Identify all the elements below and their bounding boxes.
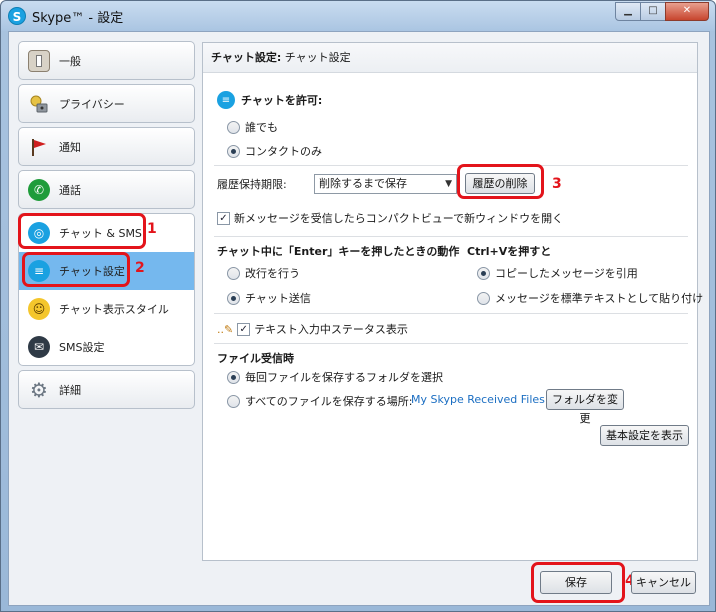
radio-label: チャット送信 bbox=[245, 292, 311, 305]
change-folder-button[interactable]: フォルダを変更 bbox=[546, 389, 624, 425]
radio-contacts-only[interactable]: コンタクトのみ bbox=[227, 143, 322, 159]
ctrl-v-heading-text: Ctrl+Vを押すと bbox=[467, 245, 552, 258]
panel-header: チャット設定: チャット設定 bbox=[203, 43, 697, 73]
annotation-number-1: 1 bbox=[147, 221, 157, 237]
window-controls: ▁ □ ✕ bbox=[615, 2, 709, 21]
pencil-icon: ..✎ bbox=[217, 322, 234, 336]
enter-key-heading: チャット中に「Enter」キーを押したときの動作 bbox=[217, 243, 459, 259]
chat-settings-panel: チャット設定: チャット設定 ≡ チャットを許可: 誰でも コンタクトのみ 履歴… bbox=[202, 42, 703, 561]
chat-bubble-icon: ≡ bbox=[217, 91, 235, 109]
radio-button[interactable] bbox=[227, 370, 240, 384]
radio-label: コピーしたメッセージを引用 bbox=[495, 267, 638, 280]
radio-label: 誰でも bbox=[245, 121, 278, 134]
skype-icon: S bbox=[8, 7, 26, 25]
radio-label: メッセージを標準テキストとして貼り付け bbox=[495, 292, 704, 305]
maximize-button[interactable]: □ bbox=[640, 2, 666, 21]
compact-view-option[interactable]: ✓ 新メッセージを受信したらコンパクトビューで新ウィンドウを開く bbox=[217, 210, 563, 226]
panel-header-subtitle: チャット設定 bbox=[284, 51, 351, 64]
switch-icon bbox=[28, 49, 50, 72]
checkbox-label: テキスト入力中ステータス表示 bbox=[254, 323, 408, 336]
file-receive-heading-text: ファイル受信時 bbox=[217, 352, 294, 365]
radio-save-all[interactable]: すべてのファイルを保存する場所: bbox=[227, 393, 413, 409]
minimize-button[interactable]: ▁ bbox=[615, 2, 641, 21]
radio-button[interactable] bbox=[477, 291, 490, 305]
window-title: Skype™ - 設定 bbox=[32, 11, 124, 26]
settings-sidebar: 一般 プライバシー 通知 ✆ 通話 ◎ チャット & SMS ≡ チャット設定 … bbox=[9, 32, 202, 607]
radio-button[interactable] bbox=[227, 394, 240, 408]
sidebar-item-advanced[interactable]: ⚙ 詳細 bbox=[18, 370, 195, 409]
sidebar-item-label: 通話 bbox=[59, 183, 81, 197]
sms-icon: ✉ bbox=[28, 336, 50, 358]
sidebar-item-chat-style[interactable]: ☺ チャット表示スタイル bbox=[19, 290, 194, 328]
sidebar-item-calls[interactable]: ✆ 通話 bbox=[18, 170, 195, 209]
panel-header-title: チャット設定: bbox=[211, 51, 282, 64]
enter-key-heading-text: チャット中に「Enter」キーを押したときの動作 bbox=[217, 245, 460, 258]
radio-button[interactable] bbox=[227, 266, 240, 280]
annotation-box-4 bbox=[531, 562, 625, 603]
received-files-folder-text: My Skype Received Files bbox=[411, 393, 545, 406]
allow-chat-heading: ≡ チャットを許可: bbox=[217, 91, 322, 109]
history-retention-value: 削除するまで保存 bbox=[319, 177, 407, 190]
annotation-number-2: 2 bbox=[135, 260, 145, 276]
annotation-number-3: 3 bbox=[552, 176, 562, 192]
allow-chat-label: チャットを許可: bbox=[241, 94, 323, 107]
file-receive-heading: ファイル受信時 bbox=[217, 350, 294, 366]
radio-label: 改行を行う bbox=[245, 267, 300, 280]
radio-label: コンタクトのみ bbox=[245, 145, 322, 158]
sidebar-item-general[interactable]: 一般 bbox=[18, 41, 195, 80]
radio-ask-folder[interactable]: 毎回ファイルを保存するフォルダを選択 bbox=[227, 369, 443, 385]
sidebar-item-sms-settings[interactable]: ✉ SMS設定 bbox=[19, 328, 194, 365]
radio-button[interactable] bbox=[227, 144, 240, 158]
settings-window: S Skype™ - 設定 ▁ □ ✕ 一般 プライバシー 通知 ✆ 通話 ◎ … bbox=[0, 0, 716, 612]
sidebar-item-notifications[interactable]: 通知 bbox=[18, 127, 195, 166]
gear-icon: ⚙ bbox=[30, 377, 48, 402]
ctrl-v-heading: Ctrl+Vを押すと bbox=[467, 243, 551, 259]
radio-anyone[interactable]: 誰でも bbox=[227, 119, 278, 135]
lock-key-icon bbox=[28, 93, 50, 115]
close-button[interactable]: ✕ bbox=[665, 2, 709, 21]
flag-icon bbox=[28, 136, 50, 158]
annotation-box-3 bbox=[457, 164, 544, 199]
sidebar-item-label: 詳細 bbox=[59, 383, 81, 397]
sidebar-item-privacy[interactable]: プライバシー bbox=[18, 84, 195, 123]
checkbox-label: 新メッセージを受信したらコンパクトビューで新ウィンドウを開く bbox=[234, 212, 564, 225]
sidebar-item-label: チャット表示スタイル bbox=[59, 303, 169, 316]
radio-quote-copied[interactable]: コピーしたメッセージを引用 bbox=[477, 265, 638, 281]
divider bbox=[214, 236, 688, 237]
radio-button[interactable] bbox=[227, 291, 240, 305]
radio-paste-plain[interactable]: メッセージを標準テキストとして貼り付け bbox=[477, 290, 703, 306]
title-bar[interactable]: S Skype™ - 設定 ▁ □ ✕ bbox=[1, 1, 715, 31]
sidebar-item-label: 一般 bbox=[59, 54, 81, 68]
checkbox-checked[interactable]: ✓ bbox=[217, 211, 230, 225]
cancel-button[interactable]: キャンセル bbox=[631, 571, 696, 594]
radio-button[interactable] bbox=[477, 266, 490, 280]
history-label-text: 履歴保持期限: bbox=[217, 178, 287, 191]
radio-label: 毎回ファイルを保存するフォルダを選択 bbox=[245, 371, 443, 384]
show-basic-settings-button[interactable]: 基本設定を表示 bbox=[600, 425, 689, 446]
sidebar-item-label: 通知 bbox=[59, 140, 81, 154]
annotation-box-1 bbox=[18, 213, 146, 249]
divider bbox=[214, 343, 688, 344]
checkbox-checked[interactable]: ✓ bbox=[237, 322, 251, 336]
radio-button[interactable] bbox=[227, 120, 240, 134]
divider bbox=[214, 313, 688, 314]
sidebar-item-label: プライバシー bbox=[59, 97, 125, 111]
radio-newline[interactable]: 改行を行う bbox=[227, 265, 300, 281]
typing-status-option[interactable]: ..✎ ✓ テキスト入力中ステータス表示 bbox=[217, 321, 408, 337]
smiley-icon: ☺ bbox=[28, 298, 50, 320]
radio-send-chat[interactable]: チャット送信 bbox=[227, 290, 311, 306]
phone-icon: ✆ bbox=[28, 178, 50, 201]
divider bbox=[214, 165, 688, 166]
history-retention-select[interactable]: 削除するまで保存 ▼ bbox=[314, 174, 457, 194]
sidebar-item-label: SMS設定 bbox=[59, 341, 105, 354]
received-files-folder-link[interactable]: My Skype Received Files bbox=[411, 393, 545, 406]
history-label: 履歴保持期限: bbox=[217, 176, 287, 192]
annotation-box-2 bbox=[22, 252, 130, 287]
dialog-client-area: 一般 プライバシー 通知 ✆ 通話 ◎ チャット & SMS ≡ チャット設定 … bbox=[8, 31, 710, 606]
dropdown-arrow-icon: ▼ bbox=[445, 179, 452, 189]
radio-label: すべてのファイルを保存する場所: bbox=[245, 395, 413, 408]
